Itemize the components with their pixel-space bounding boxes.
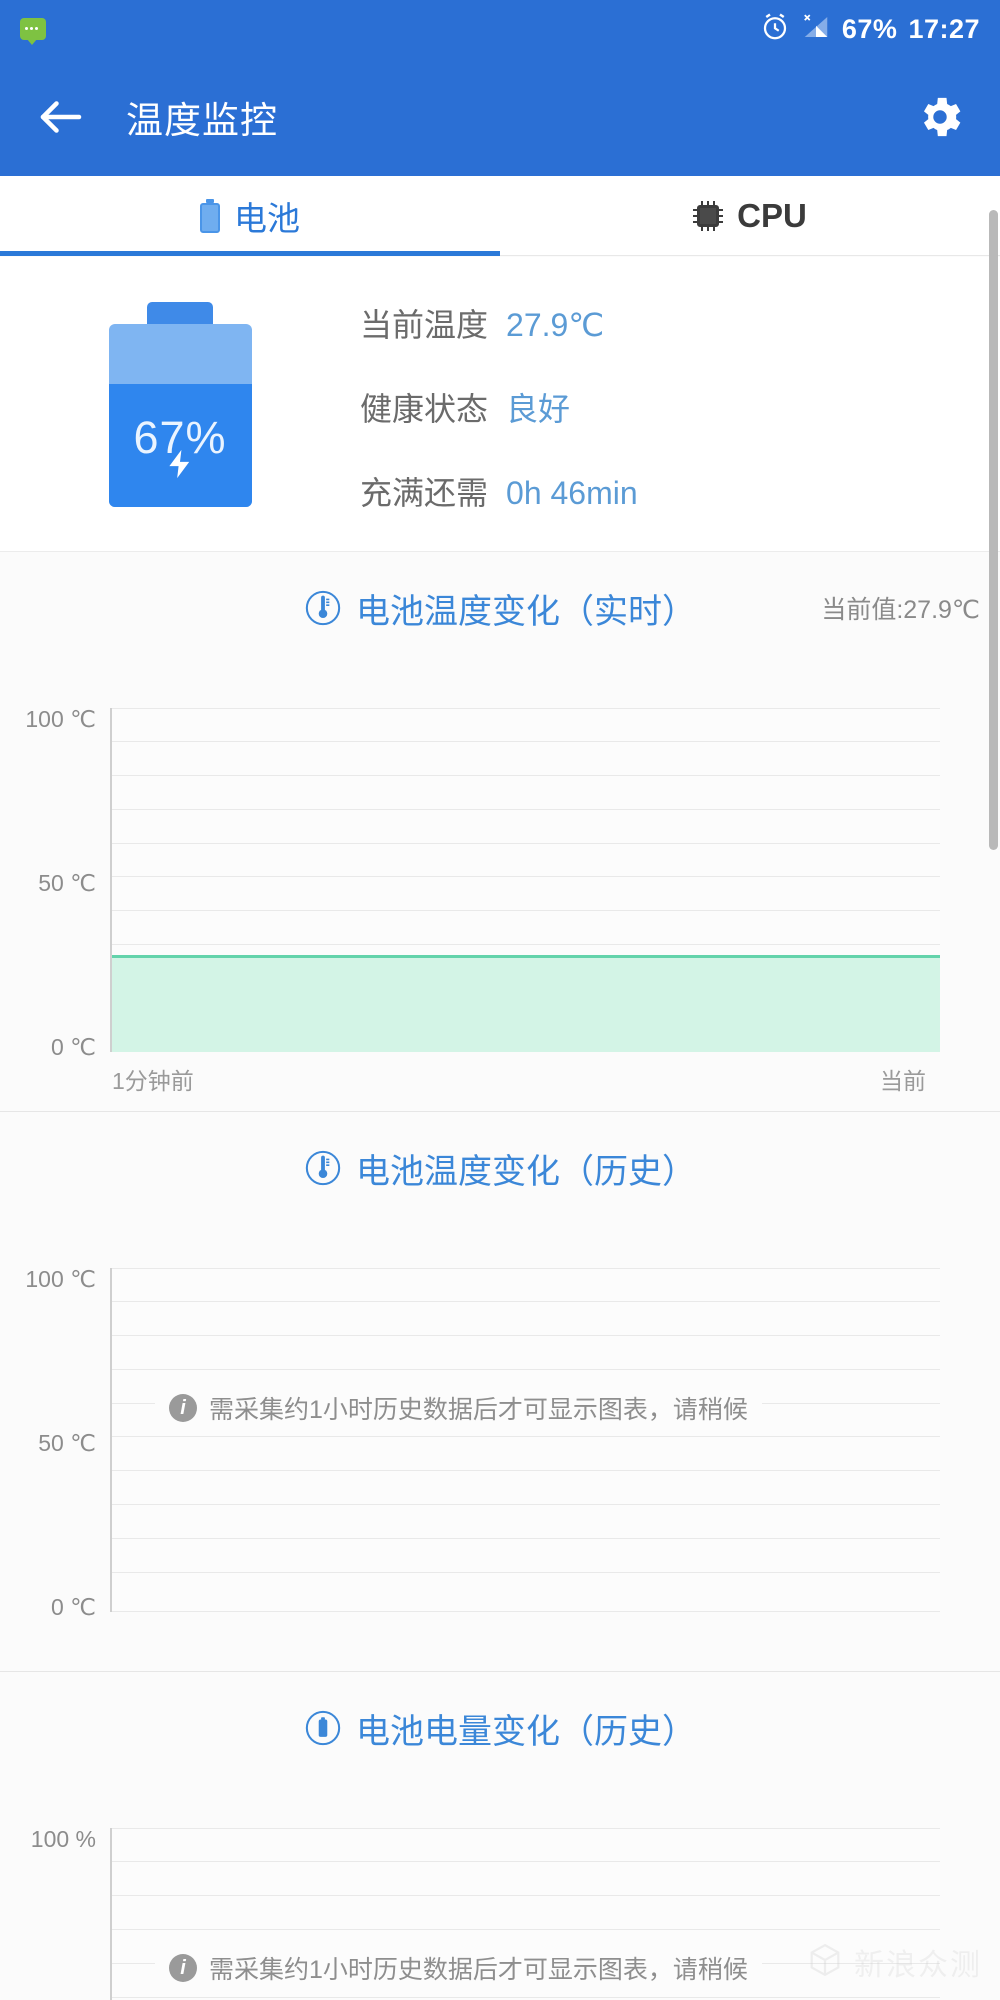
message-bubble-icon <box>20 18 46 45</box>
section-header-temperature-realtime: 电池温度变化（实时） 当前值:27.9℃ <box>0 552 1000 664</box>
section-title-level-history: 电池电量变化（历史） <box>304 1704 696 1753</box>
status-bar-left <box>20 18 46 45</box>
thermometer-icon <box>304 589 342 627</box>
xlabel-start: 1分钟前 <box>112 1068 194 1094</box>
signal-no-service-icon <box>801 12 831 47</box>
battery-circle-icon <box>304 1709 342 1747</box>
tab-bar: 电池 CPU <box>0 176 1000 256</box>
ytick-0c-hist: 0 ℃ <box>50 1594 96 1620</box>
section-title-text-2: 电池温度变化（历史） <box>356 1152 696 1191</box>
watermark-text: 新浪众测 <box>854 1949 982 1982</box>
ytick-50c: 50 ℃ <box>38 870 96 896</box>
lightning-bolt-icon <box>163 442 197 491</box>
section-title-temperature-history: 电池温度变化（历史） <box>304 1144 696 1193</box>
status-bar-right: 67% 17:27 <box>760 12 980 47</box>
section-title-text-1: 电池温度变化（实时） <box>356 592 696 631</box>
watermark: 新浪众测 <box>806 1940 982 1984</box>
vertical-scrollbar[interactable] <box>989 210 998 850</box>
status-bar: 67% 17:27 <box>0 0 1000 58</box>
section-header-temperature-history: 电池温度变化（历史） <box>0 1112 1000 1224</box>
battery-icon <box>200 198 220 233</box>
battery-level-graphic: 67% <box>108 301 252 507</box>
empty-state-message-level-history: i 需采集约1小时历史数据后才可显示图表，请稍候 <box>155 1944 762 1992</box>
info-value-time-to-full: 0h 46min <box>506 475 638 511</box>
section-temperature-history: 电池温度变化（历史） 100 ℃ 50 ℃ 0 ℃ i 需采集约1小时历史数据后… <box>0 1112 1000 1672</box>
ytick-0c: 0 ℃ <box>50 1034 96 1060</box>
plot-area-realtime <box>112 708 940 1052</box>
info-icon: i <box>169 1394 197 1422</box>
section-current-value-1: 当前值:27.9℃ <box>821 596 980 624</box>
tab-battery[interactable]: 电池 <box>0 176 500 256</box>
ytick-50c-hist: 50 ℃ <box>38 1430 96 1456</box>
info-row-health: 健康状态 良好 <box>360 384 638 430</box>
back-arrow-icon[interactable] <box>34 90 88 144</box>
temperature-area-line <box>112 955 940 958</box>
status-clock: 17:27 <box>908 13 980 44</box>
ytick-100pct: 100 % <box>30 1826 96 1852</box>
alarm-clock-icon <box>760 12 790 47</box>
ytick-100c-hist: 100 ℃ <box>25 1266 96 1292</box>
section-title-temperature-realtime: 电池温度变化（实时） <box>304 584 696 633</box>
cpu-chip-icon <box>693 200 724 231</box>
tab-cpu[interactable]: CPU <box>500 176 1000 255</box>
info-label-health: 健康状态 <box>360 391 489 427</box>
info-row-time-to-full: 充满还需 0h 46min <box>360 468 638 514</box>
xlabel-end: 当前 <box>880 1068 926 1094</box>
empty-state-message-temperature-history: i 需采集约1小时历史数据后才可显示图表，请稍候 <box>155 1384 762 1432</box>
section-header-level-history: 电池电量变化（历史） <box>0 1672 1000 1784</box>
info-label-temperature: 当前温度 <box>360 307 489 343</box>
ytick-100c: 100 ℃ <box>25 706 96 732</box>
app-root: 67% 17:27 温度监控 电池 CPU 67% 当前温度 27.9℃ 健康状… <box>0 0 1000 2000</box>
info-value-health: 良好 <box>506 391 571 427</box>
status-battery-percent: 67% <box>841 13 898 44</box>
section-temperature-realtime: 电池温度变化（实时） 当前值:27.9℃ 100 ℃ 50 ℃ 0 ℃ 1分钟前… <box>0 552 1000 1112</box>
info-icon: i <box>169 1954 197 1982</box>
app-bar: 温度监控 <box>0 58 1000 176</box>
info-row-temperature: 当前温度 27.9℃ <box>360 300 638 346</box>
cube-logo-icon <box>806 1941 844 1984</box>
thermometer-icon <box>304 1149 342 1187</box>
battery-info-list: 当前温度 27.9℃ 健康状态 良好 充满还需 0h 46min <box>360 294 638 514</box>
gear-icon[interactable] <box>914 91 966 143</box>
tab-cpu-label: CPU <box>737 196 807 234</box>
battery-shell: 67% <box>108 323 252 507</box>
plot-area-temperature-history <box>112 1268 940 1612</box>
section-title-text-3: 电池电量变化（历史） <box>356 1712 696 1751</box>
battery-nub <box>146 301 213 326</box>
empty-state-text-2: 需采集约1小时历史数据后才可显示图表，请稍候 <box>209 1396 748 1424</box>
info-value-temperature: 27.9℃ <box>506 307 605 343</box>
battery-summary-card: 67% 当前温度 27.9℃ 健康状态 良好 充满还需 0h 46min <box>0 257 1000 552</box>
temperature-area-fill <box>112 956 940 1052</box>
info-label-time-to-full: 充满还需 <box>360 475 489 511</box>
battery-graphic-wrap: 67% <box>0 301 360 507</box>
chart-temperature-history: 100 ℃ 50 ℃ 0 ℃ i 需采集约1小时历史数据后才可显示图表，请稍候 <box>0 1224 1000 1664</box>
empty-state-text-3: 需采集约1小时历史数据后才可显示图表，请稍候 <box>209 1956 748 1984</box>
page-title: 温度监控 <box>126 100 278 141</box>
tab-battery-label: 电池 <box>234 199 300 237</box>
chart-temperature-realtime: 100 ℃ 50 ℃ 0 ℃ 1分钟前 当前 <box>0 664 1000 1104</box>
